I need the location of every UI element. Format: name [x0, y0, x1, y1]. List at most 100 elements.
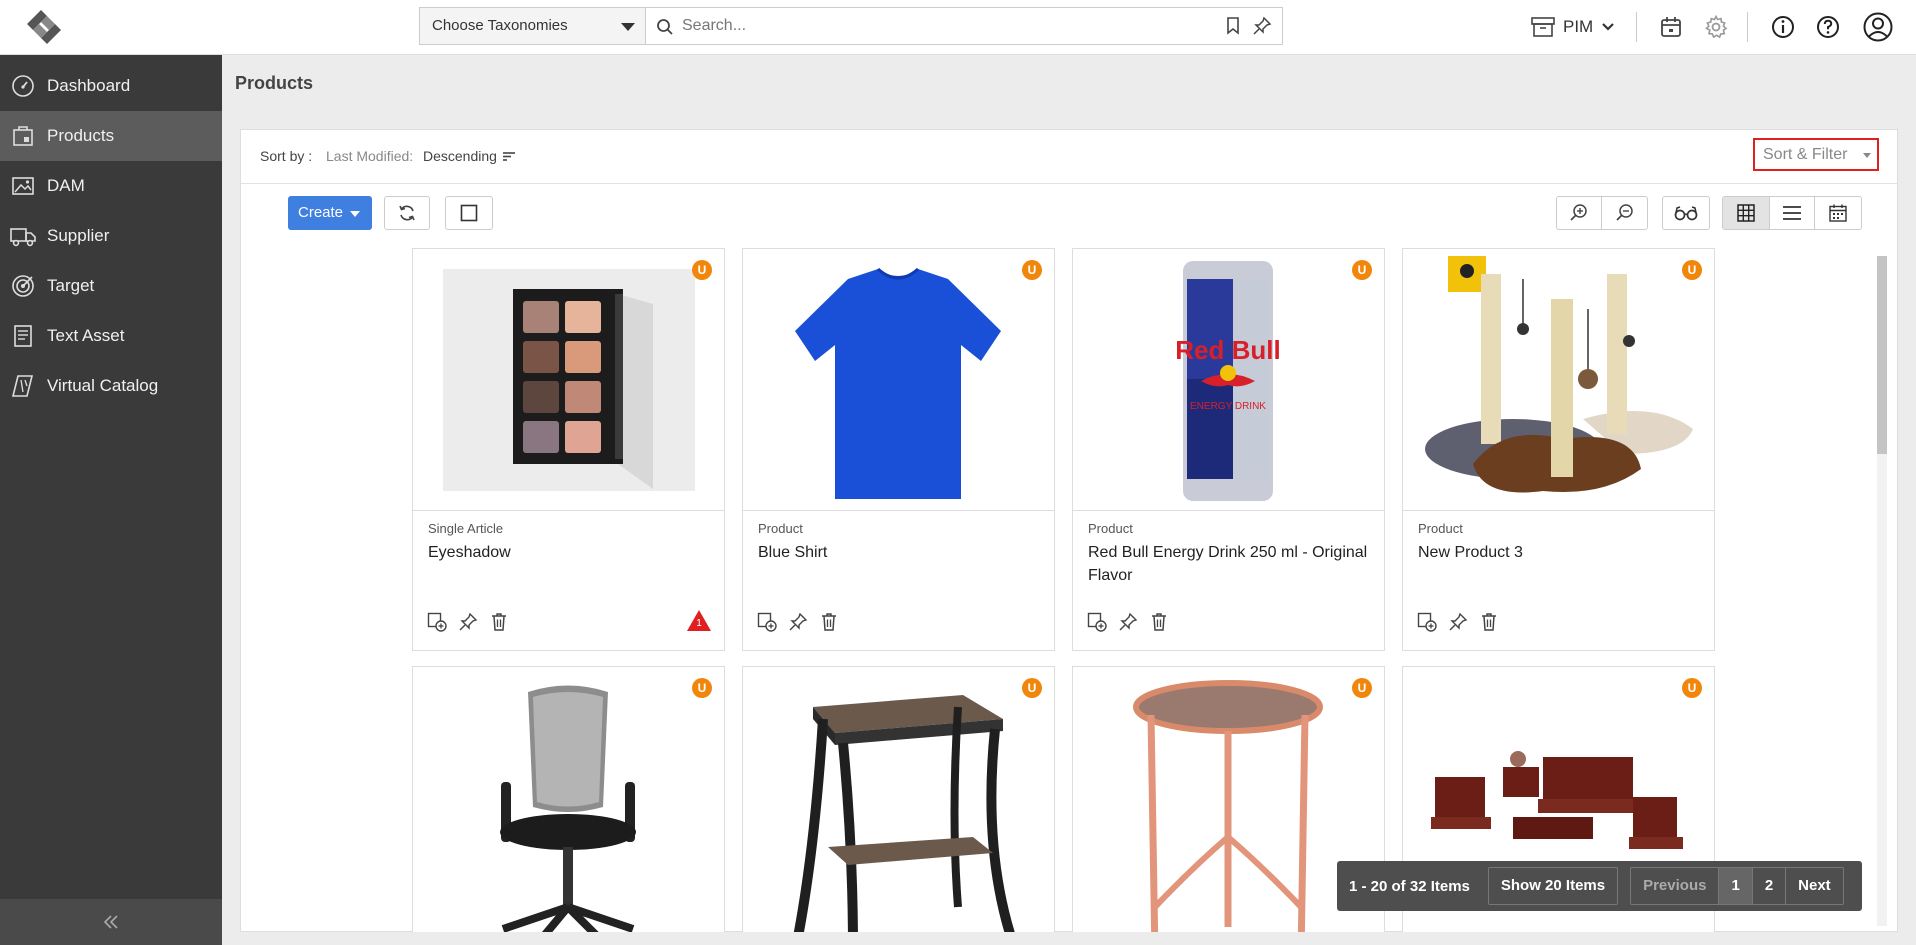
main-content: Products Sort by : Last Modified: Descen… — [222, 55, 1916, 945]
page-title: Products — [235, 73, 314, 93]
sort-filter-button[interactable]: Sort & Filter — [1753, 138, 1879, 171]
sidebar-item-text-asset[interactable]: Text Asset — [0, 311, 222, 361]
list-view-icon[interactable] — [1770, 197, 1816, 229]
help-icon[interactable] — [1813, 12, 1843, 42]
calendar-view-icon[interactable] — [1815, 197, 1861, 229]
archive-icon — [1531, 16, 1555, 38]
trash-icon[interactable] — [1149, 612, 1169, 632]
update-badge: U — [1022, 260, 1042, 280]
create-button-label: Create — [298, 204, 344, 221]
sort-bar: Sort by : Last Modified: Descending Sort… — [241, 130, 1897, 184]
update-badge: U — [692, 260, 712, 280]
product-card[interactable]: U Single Article Eyeshadow 1 — [412, 248, 725, 651]
copy-add-icon[interactable] — [1417, 612, 1437, 632]
copy-add-icon[interactable] — [757, 612, 777, 632]
workspace-label: PIM — [1563, 17, 1594, 36]
preview-button[interactable] — [1662, 196, 1710, 230]
product-card[interactable]: U — [412, 666, 725, 932]
pagination-nav: Previous 1 2 Next — [1630, 867, 1844, 905]
sidebar-item-label: Target — [47, 276, 95, 295]
product-card[interactable]: Red Bull ENERGY DRINK U Product Red Bull… — [1072, 248, 1385, 651]
scrollbar-thumb[interactable] — [1877, 256, 1887, 454]
sidebar-item-label: DAM — [47, 176, 85, 195]
gear-icon[interactable] — [1701, 12, 1731, 42]
checkbox-icon — [460, 204, 478, 222]
zoom-out-icon[interactable] — [1602, 197, 1647, 229]
view-mode-group — [1722, 196, 1862, 230]
scrollbar[interactable] — [1877, 256, 1887, 926]
page-1-button[interactable]: 1 — [1719, 868, 1753, 904]
workspace-switcher[interactable]: PIM — [1531, 11, 1615, 43]
top-bar: Choose Taxonomies PIM — [0, 0, 1916, 55]
page-2-button[interactable]: 2 — [1753, 868, 1787, 904]
previous-page-button[interactable]: Previous — [1631, 868, 1720, 904]
double-chevron-left-icon — [102, 913, 120, 931]
zoom-group — [1556, 196, 1648, 230]
sidebar-item-dashboard[interactable]: Dashboard — [0, 61, 222, 111]
product-card[interactable]: U Product Blue Shirt — [742, 248, 1055, 651]
next-page-button[interactable]: Next — [1786, 868, 1843, 904]
bookmark-icon[interactable] — [1226, 17, 1240, 35]
pin-icon[interactable] — [1252, 16, 1272, 36]
pagination-bar: 1 - 20 of 32 Items Show 20 Items Previou… — [1337, 861, 1862, 911]
sort-direction-label: Descending — [423, 148, 497, 164]
grid-view-icon[interactable] — [1723, 197, 1770, 229]
product-image — [413, 667, 724, 932]
product-card[interactable]: U — [742, 666, 1055, 932]
sidebar-item-supplier[interactable]: Supplier — [0, 211, 222, 261]
svg-text:Red Bull: Red Bull — [1175, 335, 1280, 365]
card-actions — [757, 612, 839, 632]
pin-icon[interactable] — [1118, 612, 1138, 632]
product-image: Red Bull ENERGY DRINK — [1073, 249, 1384, 511]
sidebar-item-label: Dashboard — [47, 76, 131, 95]
product-name[interactable]: New Product 3 — [1418, 541, 1703, 564]
sidebar-item-virtual-catalog[interactable]: Virtual Catalog — [0, 361, 222, 411]
sidebar-item-products[interactable]: Products — [0, 111, 222, 161]
calendar-box-icon[interactable] — [1656, 12, 1686, 42]
copy-add-icon[interactable] — [427, 612, 447, 632]
document-icon — [10, 323, 36, 349]
pin-icon[interactable] — [458, 612, 478, 632]
pin-icon[interactable] — [788, 612, 808, 632]
pin-icon[interactable] — [1448, 612, 1468, 632]
product-image — [1403, 249, 1714, 511]
chevron-down-icon — [1601, 22, 1615, 32]
search-input[interactable] — [682, 12, 1182, 40]
product-type: Single Article — [428, 521, 504, 536]
product-name[interactable]: Red Bull Energy Drink 250 ml - Original … — [1088, 541, 1373, 587]
sidebar-collapse-button[interactable] — [0, 899, 222, 945]
sidebar-item-label: Supplier — [47, 226, 110, 245]
zoom-in-icon[interactable] — [1557, 197, 1603, 229]
refresh-button[interactable] — [384, 196, 430, 230]
sidebar-item-label: Virtual Catalog — [47, 376, 159, 395]
info-icon[interactable] — [1768, 12, 1798, 42]
trash-icon[interactable] — [819, 612, 839, 632]
copy-add-icon[interactable] — [1087, 612, 1107, 632]
product-name[interactable]: Blue Shirt — [758, 541, 1043, 564]
book-icon — [10, 373, 36, 399]
trash-icon[interactable] — [1479, 612, 1499, 632]
warning-icon[interactable]: 1 — [686, 609, 712, 633]
sidebar-item-target[interactable]: Target — [0, 261, 222, 311]
chevron-down-icon — [621, 23, 635, 31]
product-card[interactable]: U Product New Product 3 — [1402, 248, 1715, 651]
app-logo[interactable] — [19, 6, 69, 48]
sort-field[interactable]: Last Modified: — [326, 148, 413, 164]
create-button[interactable]: Create — [288, 196, 372, 230]
page-size-button[interactable]: Show 20 Items — [1487, 867, 1619, 905]
taxonomy-select[interactable]: Choose Taxonomies — [419, 7, 645, 45]
user-avatar-icon[interactable] — [1861, 12, 1895, 42]
sidebar-item-dam[interactable]: DAM — [0, 161, 222, 211]
card-actions — [1087, 612, 1169, 632]
taxonomy-select-label: Choose Taxonomies — [432, 17, 568, 34]
trash-icon[interactable] — [489, 612, 509, 632]
sort-descending-icon — [502, 151, 515, 161]
select-all-button[interactable] — [445, 196, 493, 230]
svg-text:ENERGY DRINK: ENERGY DRINK — [1190, 401, 1266, 412]
card-actions — [427, 612, 509, 632]
card-actions — [1417, 612, 1499, 632]
product-type: Product — [1418, 521, 1463, 536]
update-badge: U — [1682, 260, 1702, 280]
product-name[interactable]: Eyeshadow — [428, 541, 713, 564]
sort-direction[interactable]: Descending — [423, 148, 515, 164]
